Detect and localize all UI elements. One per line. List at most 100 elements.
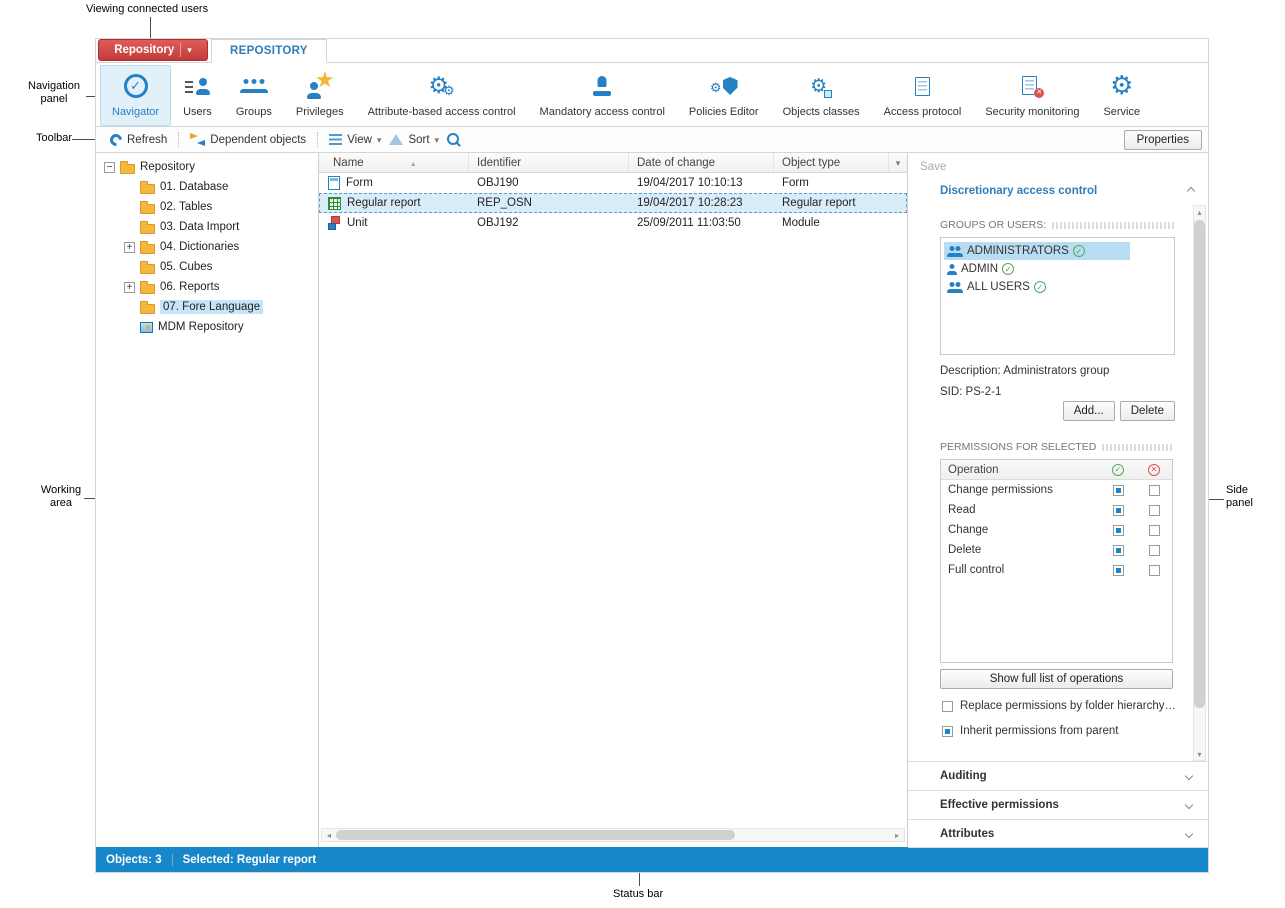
allow-checkbox-checked[interactable]	[1113, 525, 1124, 536]
group-name: ADMIN	[961, 263, 998, 275]
delete-button[interactable]: Delete	[1120, 401, 1175, 421]
tree-item-label-selected: 07. Fore Language	[160, 300, 263, 314]
ribbon-item-access-protocol[interactable]: Access protocol	[872, 65, 974, 126]
allow-checkbox-checked[interactable]	[1113, 545, 1124, 556]
ribbon-label: Privileges	[296, 106, 344, 118]
replace-permissions-checkbox[interactable]	[942, 701, 953, 712]
tree-item-dictionaries[interactable]: 04. Dictionaries	[96, 237, 318, 257]
mac-icon	[592, 71, 612, 101]
vertical-scrollbar[interactable]: ▴ ▾	[1193, 205, 1206, 761]
ribbon-item-policies-editor[interactable]: ⚙ Policies Editor	[677, 65, 771, 126]
scrollbar-thumb[interactable]	[336, 830, 735, 840]
sort-ascending-icon	[368, 157, 417, 169]
policies-editor-icon: ⚙	[710, 71, 738, 101]
ribbon-item-privileges[interactable]: ★ Privileges	[284, 65, 356, 126]
scrollbar-track[interactable]	[1194, 218, 1205, 748]
unit-icon	[328, 216, 341, 230]
cell-identifier: OBJ190	[469, 177, 629, 189]
ribbon-label: Users	[183, 106, 212, 118]
add-button[interactable]: Add...	[1063, 401, 1115, 421]
ribbon-item-users[interactable]: Users	[171, 65, 224, 126]
tree-item-cubes[interactable]: 05. Cubes	[96, 257, 318, 277]
deny-checkbox[interactable]	[1149, 525, 1160, 536]
column-menu-button[interactable]	[889, 153, 907, 172]
save-button-disabled[interactable]: Save	[920, 161, 946, 173]
ribbon-item-attribute-based-access-control[interactable]: ⚙⚙ Attribute-based access control	[356, 65, 528, 126]
ribbon-item-service[interactable]: ⚙ Service	[1091, 65, 1152, 126]
toolbar-divider	[178, 132, 179, 148]
section-discretionary-access-control[interactable]: Discretionary access control	[940, 185, 1194, 197]
scroll-left-arrow[interactable]: ◂	[322, 829, 336, 841]
tree-item-reports[interactable]: 06. Reports	[96, 277, 318, 297]
horizontal-scrollbar[interactable]: ◂ ▸	[321, 828, 905, 842]
column-header-identifier[interactable]: Identifier	[469, 153, 629, 172]
deny-checkbox[interactable]	[1149, 565, 1160, 576]
scroll-down-arrow[interactable]: ▾	[1193, 748, 1207, 760]
properties-button[interactable]: Properties	[1124, 130, 1202, 150]
refresh-button[interactable]: Refresh	[106, 132, 171, 148]
group-item-admin[interactable]: ADMIN	[944, 260, 1130, 278]
tree-item-mdm-repository[interactable]: MDM Repository	[96, 317, 318, 337]
expand-icon[interactable]	[124, 282, 135, 293]
permission-row-change: Change	[941, 520, 1172, 540]
screenshot-root: Viewing connected users Navigation panel…	[0, 0, 1285, 908]
scroll-up-arrow[interactable]: ▴	[1193, 206, 1207, 218]
header-rule	[1102, 444, 1174, 451]
column-header-date-of-change[interactable]: Date of change	[629, 153, 774, 172]
ribbon-label: Service	[1103, 106, 1140, 118]
replace-permissions-checkbox-row[interactable]: Replace permissions by folder hierarchy…	[942, 700, 1176, 712]
group-description: Description: Administrators group	[940, 365, 1109, 377]
collapse-icon[interactable]	[104, 162, 115, 173]
sort-dropdown[interactable]: Sort	[385, 132, 443, 148]
deny-checkbox[interactable]	[1149, 545, 1160, 556]
inherit-permissions-checkbox-checked[interactable]	[942, 726, 953, 737]
column-header-object-type[interactable]: Object type	[774, 153, 889, 172]
abac-icon: ⚙⚙	[428, 71, 454, 101]
search-icon	[447, 133, 461, 147]
chevron-down-icon	[377, 134, 382, 146]
tree-item-repository[interactable]: Repository	[96, 157, 318, 177]
ribbon-item-navigator[interactable]: Navigator	[100, 65, 171, 126]
tree-item-data-import[interactable]: 03. Data Import	[96, 217, 318, 237]
permission-row-delete: Delete	[941, 540, 1172, 560]
scrollbar-track[interactable]	[336, 829, 890, 841]
tree-item-fore-language[interactable]: 07. Fore Language	[96, 297, 318, 317]
column-header-name[interactable]: Name	[319, 153, 469, 172]
section-effective-permissions[interactable]: Effective permissions	[908, 790, 1208, 819]
expand-icon[interactable]	[124, 242, 135, 253]
show-full-list-button[interactable]: Show full list of operations	[940, 669, 1173, 689]
tree-item-database[interactable]: 01. Database	[96, 177, 318, 197]
callout-status-bar: Status bar	[613, 888, 663, 901]
tree-item-tables[interactable]: 02. Tables	[96, 197, 318, 217]
allow-checkbox-checked[interactable]	[1113, 565, 1124, 576]
permissions-header: PERMISSIONS FOR SELECTED	[940, 441, 1174, 453]
table-row-form[interactable]: Form OBJ190 19/04/2017 10:10:13 Form	[319, 173, 907, 193]
view-dropdown[interactable]: View	[325, 132, 385, 148]
search-button[interactable]	[443, 131, 465, 149]
allow-checkbox-checked[interactable]	[1113, 485, 1124, 496]
table-row-unit[interactable]: Unit OBJ192 25/09/2011 11:03:50 Module	[319, 213, 907, 233]
allow-icon	[1034, 281, 1046, 293]
deny-checkbox[interactable]	[1149, 485, 1160, 496]
tab-repository[interactable]: REPOSITORY	[211, 39, 327, 63]
status-bar: Objects: 3 Selected: Regular report	[96, 847, 1208, 872]
dependent-objects-button[interactable]: Dependent objects	[186, 131, 310, 148]
allow-checkbox-checked[interactable]	[1113, 505, 1124, 516]
group-item-administrators[interactable]: ADMINISTRATORS	[944, 242, 1130, 260]
ribbon-item-objects-classes[interactable]: ⚙ Objects classes	[771, 65, 872, 126]
deny-checkbox[interactable]	[1149, 505, 1160, 516]
chevron-down-icon	[1185, 772, 1193, 780]
section-attributes[interactable]: Attributes	[908, 819, 1208, 848]
ribbon-item-mandatory-access-control[interactable]: Mandatory access control	[528, 65, 677, 126]
inherit-permissions-checkbox-row[interactable]: Inherit permissions from parent	[942, 725, 1119, 737]
scrollbar-thumb[interactable]	[1194, 220, 1205, 708]
table-row-regular-report-selected[interactable]: Regular report REP_OSN 19/04/2017 10:28:…	[319, 193, 907, 213]
section-auditing[interactable]: Auditing	[908, 761, 1208, 790]
ribbon-item-security-monitoring[interactable]: Security monitoring	[973, 65, 1091, 126]
repository-menu-button[interactable]: Repository	[98, 39, 208, 61]
ribbon-item-groups[interactable]: Groups	[224, 65, 284, 126]
scroll-right-arrow[interactable]: ▸	[890, 829, 904, 841]
group-item-all-users[interactable]: ALL USERS	[944, 278, 1130, 296]
folder-icon	[140, 284, 155, 294]
groups-or-users-header: GROUPS OR USERS:	[940, 219, 1174, 231]
